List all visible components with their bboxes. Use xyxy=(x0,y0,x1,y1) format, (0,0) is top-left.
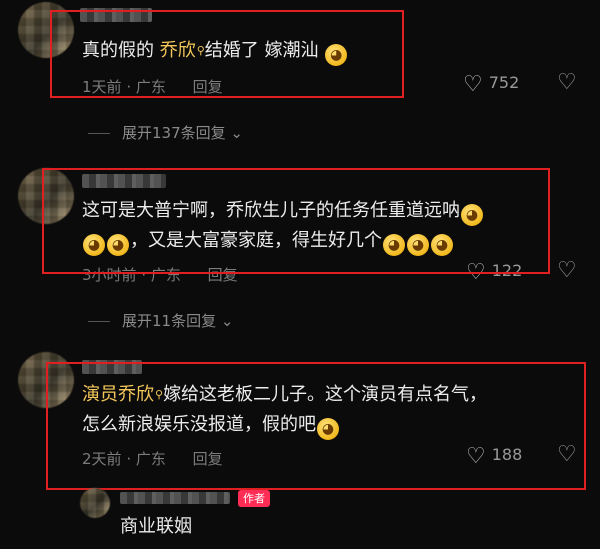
chevron-down-icon: ⌄ xyxy=(230,124,243,142)
expand-replies-button[interactable]: 展开137条回复 ⌄ xyxy=(88,122,243,143)
like-button[interactable]: ♡ 752 xyxy=(463,72,519,97)
heart-icon[interactable]: ♡ xyxy=(463,72,483,97)
highlight-box xyxy=(42,168,550,274)
reply-text: 商业联姻 xyxy=(120,516,192,537)
avatar[interactable] xyxy=(80,488,110,518)
username[interactable] xyxy=(120,492,230,504)
broken-heart-icon[interactable]: ♡ xyxy=(557,70,577,95)
broken-heart-icon[interactable]: ♡ xyxy=(557,258,577,283)
expand-replies-button[interactable]: 展开11条回复 ⌄ xyxy=(88,310,233,331)
highlight-box xyxy=(50,10,404,98)
author-badge: 作者 xyxy=(238,490,270,507)
chevron-down-icon: ⌄ xyxy=(220,312,234,330)
highlight-box xyxy=(46,362,586,490)
